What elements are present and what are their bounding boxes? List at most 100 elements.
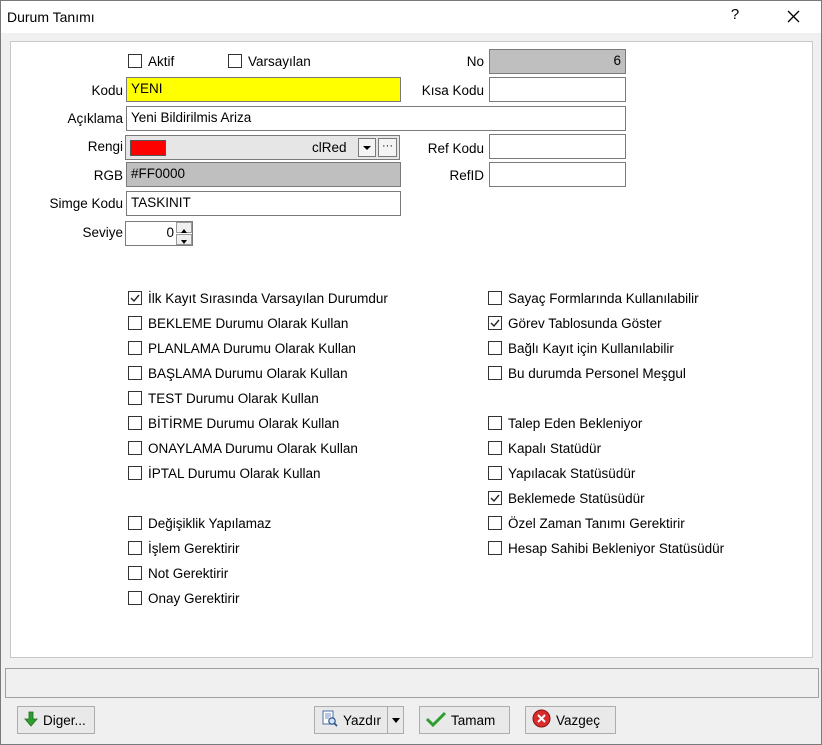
- right-checkbox-8[interactable]: Özel Zaman Tanımı Gerektirir: [488, 514, 685, 532]
- checkbox-label: Özel Zaman Tanımı Gerektirir: [508, 515, 685, 531]
- vazgec-label: Vazgeç: [556, 712, 601, 728]
- right-checkbox-4[interactable]: Talep Eden Bekleniyor: [488, 414, 642, 432]
- checkbox-box: [488, 466, 502, 480]
- checkbox-box: [128, 316, 142, 330]
- right-checkbox-7[interactable]: Beklemede Statüsüdür: [488, 489, 645, 507]
- kodu-label: Kodu: [91, 83, 123, 98]
- spin-up-button[interactable]: [176, 222, 192, 233]
- left-checkbox-3[interactable]: BAŞLAMA Durumu Olarak Kullan: [128, 364, 348, 382]
- color-swatch: [130, 140, 166, 156]
- left-checkbox-1[interactable]: BEKLEME Durumu Olarak Kullan: [128, 314, 348, 332]
- print-preview-icon: [321, 710, 338, 730]
- close-button[interactable]: [777, 4, 809, 30]
- seviye-spinner[interactable]: 0: [125, 221, 193, 246]
- checkbox-box: [488, 366, 502, 380]
- checkbox-box: [128, 416, 142, 430]
- status-bar: [5, 668, 819, 698]
- left-checkbox-2[interactable]: PLANLAMA Durumu Olarak Kullan: [128, 339, 356, 357]
- checkbox-box: [128, 54, 142, 68]
- checkbox-label: İPTAL Durumu Olarak Kullan: [148, 465, 321, 481]
- color-name: clRed: [312, 140, 347, 155]
- yazdir-button[interactable]: Yazdır: [314, 706, 404, 734]
- checkbox-label: Değişiklik Yapılamaz: [148, 515, 272, 531]
- checkbox-box: [488, 341, 502, 355]
- left-checkbox-10[interactable]: Not Gerektirir: [128, 564, 228, 582]
- aciklama-input[interactable]: Yeni Bildirilmis Ariza: [126, 106, 626, 131]
- diger-label: Diger...: [43, 712, 86, 728]
- checkbox-box: [128, 566, 142, 580]
- checkbox-label: ONAYLAMA Durumu Olarak Kullan: [148, 440, 358, 456]
- right-checkbox-2[interactable]: Bağlı Kayıt için Kullanılabilir: [488, 339, 674, 357]
- checkbox-box: [128, 391, 142, 405]
- left-checkbox-0[interactable]: İlk Kayıt Sırasında Varsayılan Durumdur: [128, 289, 388, 307]
- left-checkbox-7[interactable]: İPTAL Durumu Olarak Kullan: [128, 464, 321, 482]
- rgb-field[interactable]: #FF0000: [126, 162, 401, 187]
- tamam-button[interactable]: Tamam: [419, 706, 510, 734]
- left-checkbox-11[interactable]: Onay Gerektirir: [128, 589, 240, 607]
- checkbox-label: Beklemede Statüsüdür: [508, 490, 645, 506]
- left-checkbox-5[interactable]: BİTİRME Durumu Olarak Kullan: [128, 414, 339, 432]
- left-checkbox-8[interactable]: Değişiklik Yapılamaz: [128, 514, 271, 532]
- checkbox-label: BİTİRME Durumu Olarak Kullan: [148, 415, 340, 431]
- checkbox-box: [128, 516, 142, 530]
- checkbox-label: Onay Gerektirir: [148, 590, 240, 606]
- checkbox-label: Bu durumda Personel Meşgul: [508, 365, 686, 381]
- checkbox-box: [128, 341, 142, 355]
- checkbox-box: [128, 466, 142, 480]
- rengi-label: Rengi: [87, 139, 123, 154]
- color-dropdown-button[interactable]: [358, 138, 376, 157]
- window-title: Durum Tanımı: [7, 9, 95, 25]
- spin-down-button[interactable]: [176, 234, 192, 245]
- seviye-label: Seviye: [82, 225, 123, 240]
- right-checkbox-9[interactable]: Hesap Sahibi Bekleniyor Statüsüdür: [488, 539, 724, 557]
- right-checkbox-6[interactable]: Yapılacak Statüsüdür: [488, 464, 635, 482]
- checkbox-box: [488, 291, 502, 305]
- checkbox-box: [128, 591, 142, 605]
- rgb-label: RGB: [93, 168, 123, 183]
- kodu-input[interactable]: YENI: [126, 77, 401, 102]
- durum-tanimi-window: Durum Tanımı ? Aktif Varsayılan No 6 Kod…: [0, 0, 822, 745]
- kisa-kodu-input[interactable]: [489, 77, 626, 102]
- color-picker-button[interactable]: ···: [378, 138, 397, 157]
- checkbox-label: Bağlı Kayıt için Kullanılabilir: [508, 340, 674, 356]
- checkbox-box: [228, 54, 242, 68]
- left-checkbox-9[interactable]: İşlem Gerektirir: [128, 539, 240, 557]
- right-checkbox-1[interactable]: Görev Tablosunda Göster: [488, 314, 662, 332]
- rengi-color-combo[interactable]: clRed ···: [125, 135, 400, 160]
- yazdir-label: Yazdır: [343, 712, 382, 728]
- checkbox-label: Not Gerektirir: [148, 565, 229, 581]
- checkbox-box: [488, 541, 502, 555]
- right-checkbox-5[interactable]: Kapalı Statüdür: [488, 439, 601, 457]
- checkbox-label: İlk Kayıt Sırasında Varsayılan Durumdur: [148, 290, 388, 306]
- checkbox-box: [128, 541, 142, 555]
- checkmark-green-icon: [425, 711, 447, 730]
- close-icon: [787, 10, 799, 23]
- right-checkbox-0[interactable]: Sayaç Formlarında Kullanılabilir: [488, 289, 699, 307]
- checkbox-label: Kapalı Statüdür: [508, 440, 602, 456]
- title-bar: Durum Tanımı ?: [1, 1, 821, 33]
- simge-kodu-label: Simge Kodu: [49, 196, 123, 211]
- vazgec-button[interactable]: Vazgeç: [525, 706, 616, 734]
- refid-input[interactable]: [489, 162, 626, 187]
- simge-kodu-input[interactable]: TASKINIT: [126, 191, 401, 216]
- ref-kodu-input[interactable]: [489, 134, 626, 159]
- left-checkbox-6[interactable]: ONAYLAMA Durumu Olarak Kullan: [128, 439, 358, 457]
- chevron-down-icon: [391, 718, 400, 723]
- checkbox-box: [488, 491, 502, 505]
- right-checkbox-3[interactable]: Bu durumda Personel Meşgul: [488, 364, 686, 382]
- no-field[interactable]: 6: [489, 49, 626, 74]
- left-checkbox-4[interactable]: TEST Durumu Olarak Kullan: [128, 389, 319, 407]
- checkbox-box: [488, 416, 502, 430]
- yazdir-dropdown[interactable]: [387, 707, 403, 733]
- checkbox-box: [128, 291, 142, 305]
- no-label: No: [466, 54, 484, 69]
- checkbox-box: [488, 516, 502, 530]
- varsayilan-checkbox[interactable]: Varsayılan: [228, 52, 311, 70]
- diger-button[interactable]: Diger...: [17, 706, 95, 734]
- checkbox-label: BAŞLAMA Durumu Olarak Kullan: [148, 365, 348, 381]
- aktif-checkbox[interactable]: Aktif: [128, 52, 174, 70]
- help-button[interactable]: ?: [725, 6, 745, 28]
- checkbox-box: [488, 316, 502, 330]
- checkbox-label: Talep Eden Bekleniyor: [508, 415, 643, 431]
- refid-label: RefID: [449, 168, 484, 183]
